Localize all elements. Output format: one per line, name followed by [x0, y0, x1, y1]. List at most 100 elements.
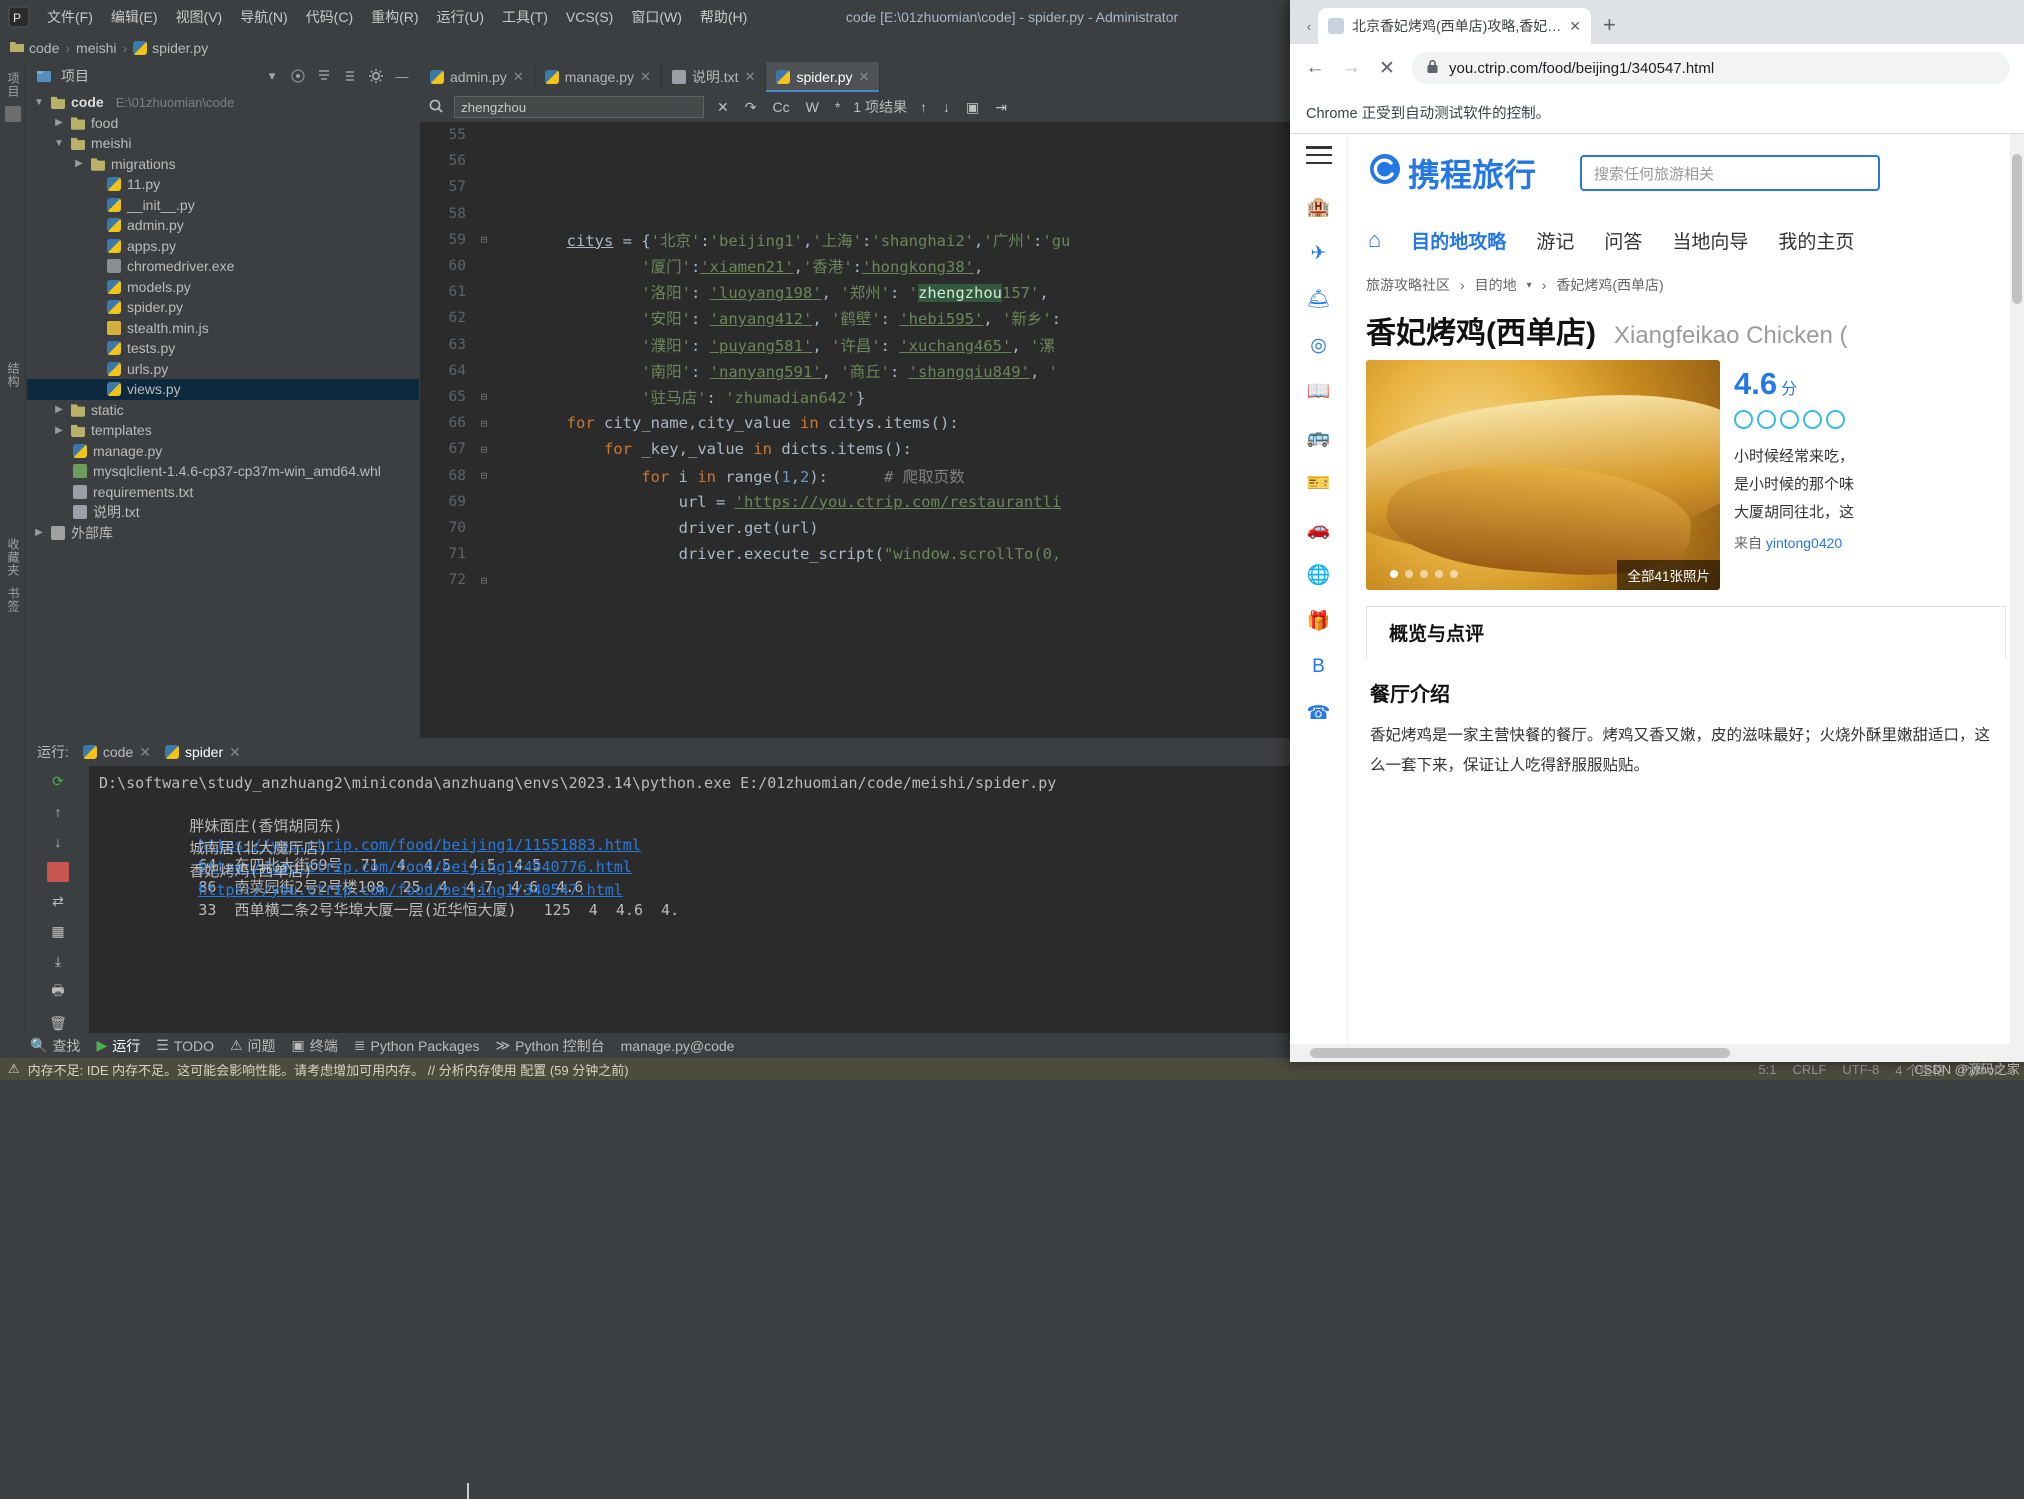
compass-icon[interactable]: ◎	[1306, 332, 1332, 358]
status-terminal[interactable]: ▣ 终端	[292, 1036, 338, 1056]
fold-marker[interactable]: ⊟	[476, 574, 492, 587]
tab-admin-py[interactable]: admin.py ✕	[420, 62, 535, 92]
run-tab-code[interactable]: code ✕	[82, 744, 151, 761]
tree-row[interactable]: models.py	[27, 277, 419, 298]
site-search-input[interactable]: 搜索任何旅游相关	[1580, 155, 1881, 191]
nav-my-homepage[interactable]: 我的主页	[1778, 227, 1854, 254]
rail-item-structure[interactable]: 结构	[5, 362, 22, 388]
nav-travel-notes[interactable]: 游记	[1536, 227, 1574, 254]
collapse-all-icon[interactable]	[341, 67, 359, 85]
stop-icon[interactable]	[47, 861, 69, 882]
tree-row[interactable]: admin.py	[27, 215, 419, 236]
open-in-find-window-icon[interactable]: ⇥	[992, 99, 1010, 116]
tree-row[interactable]: urls.py	[27, 359, 419, 380]
export-icon[interactable]: ⤓	[47, 951, 69, 971]
breadcrumb-item-meishi[interactable]: meishi	[76, 40, 116, 56]
menu-icon[interactable]	[1305, 146, 1332, 164]
fold-marker[interactable]: ⊟	[476, 469, 492, 482]
status-python-packages[interactable]: ≣ Python Packages	[354, 1037, 480, 1054]
status-find[interactable]: 🔍 查找	[30, 1036, 80, 1056]
menu-item-edit[interactable]: 编辑(E)	[102, 3, 167, 31]
fold-marker[interactable]: ⊟	[476, 417, 492, 430]
tree-row[interactable]: requirements.txt	[27, 482, 419, 503]
carousel-dot-active[interactable]	[1390, 570, 1398, 578]
close-icon[interactable]: ✕	[513, 69, 524, 85]
menu-item-code[interactable]: 代码(C)	[297, 3, 362, 31]
globe-icon[interactable]: 🌐	[1306, 562, 1332, 588]
tree-row[interactable]: ▶ static	[27, 400, 419, 421]
car-icon[interactable]: 🚗	[1306, 516, 1332, 542]
close-icon[interactable]: ✕	[1569, 18, 1581, 35]
locate-icon[interactable]	[289, 67, 307, 85]
chevron-right-icon[interactable]: ▶	[53, 404, 65, 415]
rail-item-bookmarks[interactable]: 书签	[5, 587, 22, 613]
line-separator[interactable]: CRLF	[1792, 1062, 1826, 1077]
status-manage-py[interactable]: manage.py@code	[621, 1038, 735, 1054]
photo-carousel-dots[interactable]	[1390, 570, 1458, 578]
close-icon[interactable]: ✕	[859, 69, 870, 85]
scrollbar-thumb[interactable]	[1310, 1048, 1730, 1058]
status-python-console[interactable]: ≫ Python 控制台	[495, 1036, 604, 1056]
chevron-right-icon[interactable]: ▶	[73, 158, 85, 169]
tree-row-selected[interactable]: views.py	[27, 379, 419, 400]
close-icon[interactable]: ✕	[640, 69, 651, 85]
status-problems[interactable]: ⚠ 问题	[230, 1036, 276, 1056]
nav-destination-guide[interactable]: 目的地攻略	[1411, 227, 1506, 254]
tree-row[interactable]: ▶ 外部库	[27, 523, 419, 544]
regex-toggle[interactable]: *	[832, 99, 843, 115]
status-todo[interactable]: ☰ TODO	[156, 1037, 214, 1054]
chevron-down-icon[interactable]: ▼	[33, 97, 45, 108]
soft-wrap-icon[interactable]: ⇄	[47, 892, 69, 912]
rail-icon-structure[interactable]	[4, 106, 21, 122]
nav-qa[interactable]: 问答	[1604, 227, 1642, 254]
review-author-name[interactable]: yintong0420	[1766, 535, 1842, 551]
tab-shuoming-txt[interactable]: 说明.txt ✕	[662, 62, 767, 92]
chevron-right-icon[interactable]: ▶	[33, 527, 45, 538]
expand-all-icon[interactable]	[315, 67, 333, 85]
tab-search-icon[interactable]: ‹	[1300, 8, 1318, 44]
menu-item-view[interactable]: 视图(V)	[167, 3, 232, 31]
breadcrumb-community[interactable]: 旅游攻略社区	[1366, 275, 1450, 295]
breadcrumb-item-code[interactable]: code	[10, 40, 59, 57]
tab-manage-py[interactable]: manage.py ✕	[535, 62, 662, 92]
tree-row[interactable]: ▼ code E:\01zhuomian\code	[27, 92, 419, 113]
rail-item-favorites[interactable]: 收藏夹	[5, 538, 22, 577]
bus-icon[interactable]: 🚌	[1306, 424, 1332, 450]
menu-item-refactor[interactable]: 重构(R)	[362, 3, 427, 31]
page-vertical-scrollbar[interactable]	[2010, 134, 2024, 1044]
menu-item-navigate[interactable]: 导航(N)	[231, 3, 296, 31]
close-icon[interactable]: ✕	[745, 69, 756, 85]
chevron-down-icon[interactable]: ▾	[263, 67, 281, 85]
fold-marker[interactable]: ⊟	[476, 233, 492, 246]
rerun-icon[interactable]: ⟳	[47, 772, 69, 792]
result-link[interactable]: https://you.ctrip.com/food/beijing1/3405…	[198, 881, 622, 899]
run-tab-spider[interactable]: spider ✕	[164, 744, 241, 761]
tree-row[interactable]: ▼ meishi	[27, 133, 419, 154]
tree-row[interactable]: __init__.py	[27, 195, 419, 216]
plane-icon[interactable]: ✈	[1306, 240, 1332, 266]
carousel-dot[interactable]	[1450, 570, 1458, 578]
tree-row[interactable]: apps.py	[27, 236, 419, 257]
tree-row[interactable]: chromedriver.exe	[27, 256, 419, 277]
carousel-dot[interactable]	[1420, 570, 1428, 578]
close-icon[interactable]: ✕	[139, 744, 151, 761]
hide-icon[interactable]: —	[393, 67, 411, 85]
tree-row[interactable]: 11.py	[27, 174, 419, 195]
tree-row[interactable]: ▶ migrations	[27, 154, 419, 175]
chevron-down-icon[interactable]: ▼	[53, 138, 65, 149]
find-previous-icon[interactable]: ↑	[917, 99, 930, 115]
grid-icon[interactable]: ▦	[47, 921, 69, 941]
tab-overview-reviews[interactable]: 概览与点评	[1367, 619, 1506, 646]
fold-marker[interactable]: ⊟	[476, 443, 492, 456]
tab-spider-py[interactable]: spider.py ✕	[766, 62, 881, 92]
new-tab-button[interactable]: +	[1603, 12, 1616, 38]
gear-icon[interactable]	[367, 67, 385, 85]
home-icon[interactable]: ⌂	[1368, 227, 1381, 253]
b-icon[interactable]: B	[1306, 654, 1332, 680]
hotel-icon[interactable]: 🛎	[1306, 286, 1332, 312]
menu-item-help[interactable]: 帮助(H)	[691, 3, 756, 31]
rail-item-project[interactable]: 项目	[5, 72, 22, 98]
close-icon[interactable]: ✕	[229, 744, 241, 761]
chevron-right-icon[interactable]: ▶	[53, 425, 65, 436]
address-bar[interactable]: you.ctrip.com/food/beijing1/340547.html	[1412, 52, 2010, 84]
